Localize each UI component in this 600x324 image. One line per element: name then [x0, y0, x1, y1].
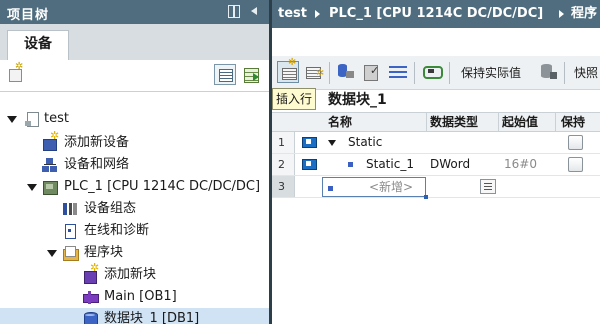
tree-item-label: Main [OB1] — [104, 289, 177, 304]
db-settings-icon[interactable] — [335, 61, 357, 83]
tree-item-online-diagnostics[interactable]: 在线和诊断 — [0, 220, 269, 242]
panel-layout-icon[interactable] — [228, 5, 240, 18]
retain-checkbox[interactable] — [568, 135, 583, 150]
project-tree-header: 项目树 — [0, 0, 269, 24]
column-divider[interactable] — [555, 113, 556, 132]
expand-arrow-icon[interactable] — [7, 116, 17, 123]
expand-arrow-icon[interactable] — [27, 184, 37, 191]
column-header-start-value[interactable]: 起始值 — [502, 113, 538, 132]
toolbar-divider — [414, 62, 415, 84]
column-divider[interactable] — [498, 113, 499, 132]
cell-name-placeholder[interactable]: <新增> — [369, 177, 413, 198]
project-tree-toolbar — [0, 60, 269, 92]
network-icon — [42, 157, 58, 173]
new-item-icon[interactable] — [8, 61, 24, 82]
tree-item-program-blocks[interactable]: 程序块 — [0, 242, 269, 264]
tree-item-label: 设备组态 — [84, 201, 137, 216]
variable-bullet-icon — [328, 186, 333, 191]
snapshot-load-icon[interactable] — [361, 61, 383, 83]
tree-item-data-block-1[interactable]: 数据块_1 [DB1] — [0, 308, 269, 324]
tree-item-label: PLC_1 [CPU 1214C DC/DC/DC] — [64, 179, 261, 194]
row-number[interactable]: 3 — [272, 176, 295, 197]
table-row[interactable]: 3 <新增> — [272, 176, 600, 199]
table-header: 名称 数据类型 起始值 保持 — [272, 112, 600, 132]
chevron-right-icon — [315, 10, 320, 18]
column-divider[interactable] — [426, 113, 427, 132]
tree-item-label: test — [44, 111, 69, 126]
block-editor: test PLC_1 [CPU 1214C DC/DC/DC] 程序 保持实际值… — [272, 0, 600, 324]
retain-checkbox[interactable] — [568, 157, 583, 172]
table-row[interactable]: 2 Static_1 DWord 16#0 — [272, 154, 600, 176]
toolbar-divider — [449, 62, 450, 84]
new-entry-cell[interactable]: <新增> — [322, 177, 428, 199]
add-block-icon — [82, 261, 99, 284]
project-tree-tabbar: 设备 — [0, 24, 269, 61]
monitor-icon[interactable] — [421, 61, 443, 83]
project-tree-panel: 项目树 设备 test 添加新设备 设备和网络 PLC_1 [CPU 1214C… — [0, 0, 269, 324]
interface-section-icon — [302, 137, 317, 148]
editor-toolbar: 保持实际值 快照 — [272, 56, 600, 90]
table-row[interactable]: 1 Static — [272, 132, 600, 154]
tree-item-label: 添加新设备 — [64, 135, 130, 150]
column-header-retain[interactable]: 保持 — [561, 113, 585, 132]
tree-item-project[interactable]: test — [0, 108, 269, 130]
db-icon — [82, 311, 98, 324]
breadcrumb: test PLC_1 [CPU 1214C DC/DC/DC] 程序 — [272, 0, 600, 28]
tree-item-plc[interactable]: PLC_1 [CPU 1214C DC/DC/DC] — [0, 176, 269, 198]
cell-name[interactable]: Static_1 — [366, 154, 414, 175]
chevron-right-icon — [559, 10, 564, 18]
details-view-icon[interactable] — [214, 64, 236, 85]
expand-all-icon[interactable] — [387, 61, 409, 83]
plc-icon — [42, 179, 58, 195]
tree-item-label: 在线和诊断 — [84, 223, 150, 238]
toolbar-divider — [329, 62, 330, 84]
tree-item-device-config[interactable]: 设备组态 — [0, 198, 269, 220]
datatype-browse-icon[interactable] — [480, 179, 496, 194]
fill-handle[interactable] — [424, 195, 428, 199]
block-title: 数据块_1 — [328, 92, 387, 108]
row-number[interactable]: 2 — [272, 154, 295, 175]
project-doc-icon — [24, 111, 40, 127]
breadcrumb-item[interactable]: PLC_1 [CPU 1214C DC/DC/DC] — [329, 0, 543, 28]
toolbar-divider — [564, 62, 565, 84]
breadcrumb-item[interactable]: test — [278, 0, 307, 28]
snapshot-button[interactable]: 快照 — [574, 56, 598, 90]
cell-datatype[interactable]: DWord — [430, 154, 470, 175]
tree-item-devices-networks[interactable]: 设备和网络 — [0, 154, 269, 176]
add-row-icon[interactable] — [303, 61, 325, 83]
keep-actual-values-button[interactable]: 保持实际值 — [461, 56, 521, 90]
device-config-icon — [62, 201, 78, 217]
variable-bullet-icon — [348, 162, 353, 167]
project-tree-title: 项目树 — [7, 8, 50, 23]
add-device-icon — [42, 129, 59, 151]
tree-item-main-ob1[interactable]: Main [OB1] — [0, 286, 269, 308]
row-number[interactable]: 1 — [272, 132, 295, 153]
breadcrumb-item[interactable]: 程序 — [571, 0, 597, 28]
tree-item-add-device[interactable]: 添加新设备 — [0, 129, 269, 154]
ob-icon — [82, 289, 99, 305]
snapshot-db-icon[interactable] — [537, 61, 559, 83]
tab-devices[interactable]: 设备 — [7, 30, 69, 61]
show-overview-icon[interactable] — [240, 64, 262, 85]
interface-variable-icon — [302, 159, 317, 170]
cell-name[interactable]: Static — [348, 132, 382, 153]
tree-item-label: 添加新块 — [104, 267, 157, 282]
tree-item-add-block[interactable]: 添加新块 — [0, 261, 269, 286]
folder-icon — [62, 245, 79, 261]
tree-item-label: 数据块_1 [DB1] — [104, 311, 200, 324]
expand-arrow-icon[interactable] — [47, 250, 57, 257]
collapse-arrow-icon[interactable] — [328, 140, 336, 146]
collapse-panel-icon[interactable] — [249, 5, 261, 18]
insert-row-icon[interactable] — [277, 57, 299, 83]
tree-item-label: 设备和网络 — [64, 157, 130, 172]
diagnostics-icon — [62, 223, 78, 239]
cell-start-value[interactable]: 16#0 — [504, 154, 537, 175]
column-header-datatype[interactable]: 数据类型 — [430, 113, 478, 132]
column-header-name[interactable]: 名称 — [328, 113, 352, 132]
tooltip-insert-row: 插入行 — [272, 88, 317, 110]
